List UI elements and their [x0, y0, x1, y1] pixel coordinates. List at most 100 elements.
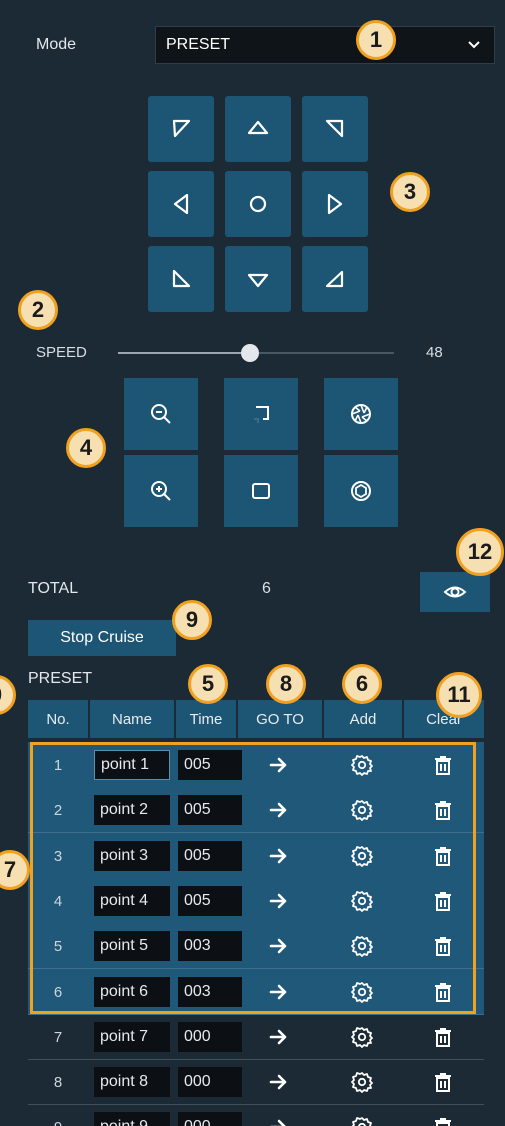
view-button[interactable] [420, 572, 490, 612]
trash-icon[interactable] [432, 1116, 454, 1126]
row-number: 6 [53, 983, 63, 1001]
ptz-up-button[interactable] [225, 96, 291, 162]
preset-name-input[interactable]: point 9 [94, 1112, 170, 1126]
zoom-out-button[interactable] [124, 378, 198, 450]
goto-arrow-icon[interactable] [268, 890, 290, 912]
goto-arrow-icon[interactable] [268, 845, 290, 867]
preset-name-input[interactable]: point 4 [94, 886, 170, 916]
ptz-up-right-button[interactable] [302, 96, 368, 162]
preset-name-input[interactable]: point 7 [94, 1022, 170, 1052]
preset-name-input[interactable]: point 3 [94, 841, 170, 871]
gear-icon[interactable] [351, 1026, 373, 1048]
ptz-center-button[interactable] [225, 171, 291, 237]
goto-arrow-icon[interactable] [268, 799, 290, 821]
row-number: 4 [53, 892, 63, 910]
preset-time-input[interactable]: 005 [178, 841, 242, 871]
trash-icon[interactable] [432, 981, 454, 1003]
row-number: 3 [53, 847, 63, 865]
total-label: TOTAL [28, 580, 79, 597]
gear-icon[interactable] [351, 981, 373, 1003]
aperture-icon [351, 481, 371, 501]
preset-time-input[interactable]: 000 [178, 1022, 242, 1052]
preset-time-input[interactable]: 003 [178, 931, 242, 961]
goto-arrow-icon[interactable] [268, 1026, 290, 1048]
speed-slider[interactable] [118, 344, 394, 362]
table-row: 1 point 1 005 [28, 742, 484, 788]
preset-name-input[interactable]: point 8 [94, 1067, 170, 1097]
speed-value: 48 [426, 344, 443, 361]
zoom-in-button[interactable] [124, 455, 198, 527]
focus-near-icon [254, 406, 269, 423]
callout-9: 9 [172, 600, 212, 640]
preset-name-input[interactable]: point 5 [94, 931, 170, 961]
arrow-up-right-icon [325, 119, 344, 138]
trash-icon[interactable] [432, 754, 454, 776]
ptz-down-right-button[interactable] [302, 246, 368, 312]
callout-12: 12 [456, 528, 504, 576]
preset-time-input[interactable]: 000 [178, 1067, 242, 1097]
gear-icon[interactable] [351, 1116, 373, 1126]
row-number: 1 [53, 756, 63, 774]
ptz-up-left-button[interactable] [148, 96, 214, 162]
preset-label: PRESET [28, 670, 93, 687]
eye-icon [443, 586, 467, 598]
ptz-down-left-button[interactable] [148, 246, 214, 312]
callout-6: 6 [342, 664, 382, 704]
callout-8: 8 [266, 664, 306, 704]
trash-icon[interactable] [432, 845, 454, 867]
circle-icon [249, 195, 267, 213]
gear-icon[interactable] [351, 1071, 373, 1093]
goto-arrow-icon[interactable] [268, 1071, 290, 1093]
row-number: 5 [53, 937, 63, 955]
goto-arrow-icon[interactable] [268, 935, 290, 957]
goto-arrow-icon[interactable] [268, 981, 290, 1003]
trash-icon[interactable] [432, 890, 454, 912]
speed-label: SPEED [36, 344, 87, 361]
table-row: 7 point 7 000 [28, 1014, 484, 1060]
mode-value: PRESET [166, 36, 231, 53]
ptz-down-button[interactable] [225, 246, 291, 312]
callout-3: 3 [390, 172, 430, 212]
preset-time-input[interactable]: 003 [178, 977, 242, 1007]
trash-icon[interactable] [432, 799, 454, 821]
iris-open-button[interactable] [324, 455, 398, 527]
callout-7: 7 [0, 850, 30, 890]
preset-time-input[interactable]: 005 [178, 795, 242, 825]
zoom-in-icon [151, 481, 171, 501]
arrow-up-left-icon [172, 119, 191, 138]
ptz-right-button[interactable] [302, 171, 368, 237]
total-value: 6 [262, 580, 271, 597]
preset-time-input[interactable]: 005 [178, 886, 242, 916]
mode-select[interactable]: PRESET [155, 26, 495, 64]
arrow-up-icon [247, 120, 269, 135]
goto-arrow-icon[interactable] [268, 754, 290, 776]
focus-far-button[interactable] [224, 455, 298, 527]
preset-time-input[interactable]: 000 [178, 1112, 242, 1126]
gear-icon[interactable] [351, 799, 373, 821]
stop-cruise-button[interactable]: Stop Cruise [28, 620, 176, 656]
preset-name-input[interactable]: point 6 [94, 977, 170, 1007]
focus-near-button[interactable] [224, 378, 298, 450]
gear-icon[interactable] [351, 890, 373, 912]
ptz-left-button[interactable] [148, 171, 214, 237]
preset-name-input[interactable]: point 2 [94, 795, 170, 825]
arrow-left-icon [173, 193, 189, 215]
gear-icon[interactable] [351, 845, 373, 867]
gear-icon[interactable] [351, 935, 373, 957]
preset-name-input[interactable]: point 1 [94, 750, 170, 780]
trash-icon[interactable] [432, 1026, 454, 1048]
header-goto: GO TO [238, 700, 322, 738]
row-number: 8 [53, 1073, 63, 1091]
arrow-down-left-icon [172, 269, 191, 288]
callout-2: 2 [18, 290, 58, 330]
trash-icon[interactable] [432, 935, 454, 957]
preset-time-input[interactable]: 005 [178, 750, 242, 780]
speed-slider-thumb[interactable] [241, 344, 260, 362]
gear-icon[interactable] [351, 754, 373, 776]
iris-close-button[interactable] [324, 378, 398, 450]
header-time: Time [176, 700, 236, 738]
arrow-down-right-icon [325, 270, 344, 288]
trash-icon[interactable] [432, 1071, 454, 1093]
table-row: 3 point 3 005 [28, 833, 484, 879]
goto-arrow-icon[interactable] [268, 1116, 290, 1126]
